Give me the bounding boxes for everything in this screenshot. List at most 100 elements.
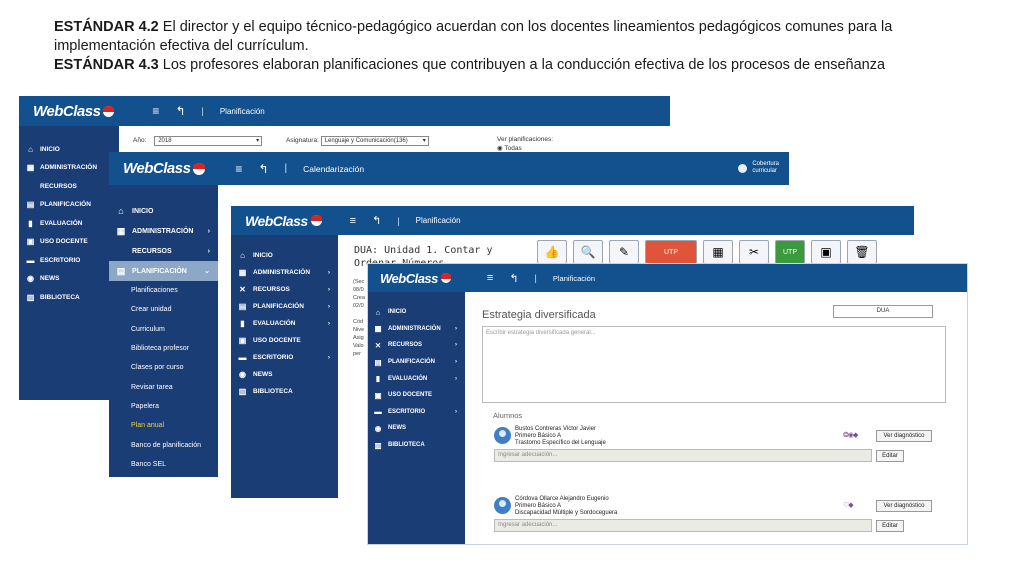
chart-icon[interactable]: ▦ <box>703 240 733 264</box>
utp-green-icon[interactable]: UTP <box>775 240 805 264</box>
editar-button[interactable]: Editar <box>876 450 904 462</box>
sidebar-item-inicio[interactable]: ⌂ INICIO <box>19 140 119 159</box>
sidebar-item-label: PLANIFICACIÓN <box>132 267 187 275</box>
sidebar-item-label: RECURSOS <box>40 182 77 190</box>
back-icon[interactable]: ↰ <box>509 272 518 285</box>
sidebar-item-inicio[interactable]: ⌂ INICIO <box>231 247 338 264</box>
back-icon[interactable]: ↰ <box>175 104 185 118</box>
menu-icon[interactable]: ≡ <box>235 162 242 176</box>
avatar-icon <box>494 427 511 444</box>
section-title: Estrategia diversificada <box>482 309 596 321</box>
diagnosis-icons: ❂◉◆ <box>843 432 858 439</box>
back-icon[interactable]: ↰ <box>372 214 381 227</box>
year-select[interactable]: 2018 <box>154 136 263 146</box>
standard-4-2: ESTÁNDAR 4.2 El director y el equipo téc… <box>54 18 984 56</box>
sidebar-item-news[interactable]: ◉ NEWS <box>231 366 338 383</box>
submenu-item[interactable]: Curriculum <box>109 320 218 339</box>
webclass-logo[interactable]: WebClass <box>380 271 451 286</box>
submenu-item[interactable]: Plan anual <box>109 416 218 435</box>
submenu-item[interactable]: Revisar tarea <box>109 377 218 396</box>
trash-icon[interactable]: 🗑 <box>847 240 877 264</box>
sidebar-item-biblioteca[interactable]: ▥ BIBLIOTECA <box>19 288 119 307</box>
sidebar-item-news[interactable]: ◉ NEWS <box>19 270 119 289</box>
editar-button[interactable]: Editar <box>876 520 904 532</box>
search-icon[interactable]: 🔍 <box>573 240 603 264</box>
sidebar-item-inicio[interactable]: ⌂ INICIO <box>109 201 218 221</box>
cobertura-curricular-link[interactable]: Cobertura curricular <box>738 161 779 175</box>
chevron-icon: ⌄ <box>204 268 210 275</box>
student-name: Bustos Contreras Victor Javier <box>515 426 596 432</box>
menu-icon[interactable]: ≡ <box>152 104 159 118</box>
edit-icon[interactable]: ✎ <box>609 240 639 264</box>
adecuacion-input[interactable]: Ingresar adecuación... <box>494 449 872 462</box>
submenu-item[interactable]: Biblioteca profesor <box>109 339 218 358</box>
thumbs-up-icon[interactable]: 👍 <box>537 240 567 264</box>
detail-line <box>353 310 365 318</box>
subject-select[interactable]: Lenguaje y Comunicación(136) <box>320 136 429 146</box>
webclass-logo[interactable]: WebClass <box>245 213 322 229</box>
menu-icon[interactable]: ≡ <box>487 272 493 284</box>
sidebar-item-administracion[interactable]: ▦ ADMINISTRACIÓN <box>19 159 119 178</box>
sidebar-item-recursos[interactable]: RECURSOS › <box>109 241 218 261</box>
sidebar-item-inicio[interactable]: ⌂ INICIO <box>368 304 465 321</box>
submenu-item[interactable]: Clases por curso <box>109 358 218 377</box>
submenu-item[interactable]: Crear unidad <box>109 300 218 319</box>
monitor-icon: ▣ <box>26 237 35 247</box>
sidebar-item-news[interactable]: ◉ NEWS <box>368 420 465 437</box>
home-icon: ⌂ <box>240 251 245 260</box>
webclass-logo[interactable]: WebClass <box>33 103 115 120</box>
desk-icon: ▬ <box>374 407 382 417</box>
chevron-icon: › <box>455 359 457 366</box>
chart-icon: ▮ <box>240 319 245 328</box>
sidebar-item-administracion[interactable]: ▦ ADMINISTRACIÓN › <box>368 321 465 338</box>
webclass-logo[interactable]: WebClass <box>123 160 206 177</box>
sidebar-item-planificacion[interactable]: ▤ PLANIFICACIÓN <box>19 196 119 215</box>
logo-dot-icon <box>310 215 322 226</box>
sidebar-item-biblioteca[interactable]: ▥ BIBLIOTECA <box>368 437 465 454</box>
student-course: Primero Básico A <box>515 503 562 509</box>
sidebar-item-planificacion[interactable]: ▤ PLANIFICACIÓN › <box>368 354 465 371</box>
computer-icon[interactable]: ▣ <box>811 240 841 264</box>
tools-icon[interactable]: ✂ <box>739 240 769 264</box>
planning-icon: ▤ <box>116 265 126 276</box>
standard-description: El director y el equipo técnico-pedagógi… <box>54 19 893 54</box>
submenu-item[interactable]: Banco de planificación <box>109 435 218 454</box>
sidebar-item-evaluacion[interactable]: ▮ EVALUACIÓN <box>19 214 119 233</box>
sidebar-item-evaluacion[interactable]: ▮ EVALUACIÓN › <box>231 315 338 332</box>
sidebar-item-escritorio[interactable]: ▬ ESCRITORIO › <box>231 349 338 366</box>
home-icon: ⌂ <box>118 206 124 216</box>
ver-diagnostico-button[interactable]: Ver diagnóstico <box>876 500 932 512</box>
sidebar-item-recursos[interactable]: ✕ RECURSOS › <box>368 337 465 354</box>
sidebar-item-administracion[interactable]: ▦ ADMINISTRACIÓN › <box>231 264 338 281</box>
utp-icon[interactable]: UTP <box>645 240 697 264</box>
sidebar-item-escritorio[interactable]: ▬ ESCRITORIO <box>19 251 119 270</box>
dua-badge[interactable]: DUA <box>833 305 933 318</box>
admin-icon: ▦ <box>238 268 247 277</box>
menu-icon[interactable]: ≡ <box>350 215 356 227</box>
sidebar-item-label: PLANIFICACIÓN <box>388 359 435 366</box>
sidebar-item-label: NEWS <box>40 275 60 283</box>
sidebar-item-planificacion[interactable]: ▤ PLANIFICACIÓN ⌄ <box>109 261 218 281</box>
back-icon[interactable]: ↰ <box>258 162 268 176</box>
sidebar-item-administracion[interactable]: ▦ ADMINISTRACIÓN › <box>109 221 218 241</box>
sidebar-item-recursos[interactable]: RECURSOS <box>19 177 119 196</box>
sidebar-item-evaluacion[interactable]: ▮ EVALUACIÓN › <box>368 370 465 387</box>
adecuacion-input[interactable]: Ingresar adecuación... <box>494 519 872 532</box>
ver-diagnostico-button[interactable]: Ver diagnóstico <box>876 430 932 442</box>
sidebar-item-biblioteca[interactable]: ▥ BIBLIOTECA <box>231 383 338 400</box>
page-title: Calendarización <box>303 163 365 174</box>
sidebar-item-label: PLANIFICACIÓN <box>40 201 91 209</box>
view-radio[interactable]: ◉ Todas <box>497 144 557 152</box>
student-course: Primero Básico A <box>515 433 562 439</box>
sidebar-item-escritorio[interactable]: ▬ ESCRITORIO › <box>368 404 465 421</box>
sidebar-item-uso-docente[interactable]: ▣ USO DOCENTE <box>19 233 119 252</box>
submenu-item[interactable]: Planificaciones <box>109 281 218 300</box>
submenu-item[interactable]: Papelera <box>109 397 218 416</box>
admin-icon: ▦ <box>116 225 126 236</box>
sidebar-item-uso-docente[interactable]: ▣ USO DOCENTE <box>231 332 338 349</box>
sidebar-item-recursos[interactable]: ✕ RECURSOS › <box>231 281 338 298</box>
sidebar-item-uso-docente[interactable]: ▣ USO DOCENTE <box>368 387 465 404</box>
strategy-textarea[interactable]: Escribir estrategia diversificada genera… <box>482 326 946 403</box>
sidebar-item-planificacion[interactable]: ▤ PLANIFICACIÓN › <box>231 298 338 315</box>
submenu-item[interactable]: Banco SEL <box>109 455 218 474</box>
